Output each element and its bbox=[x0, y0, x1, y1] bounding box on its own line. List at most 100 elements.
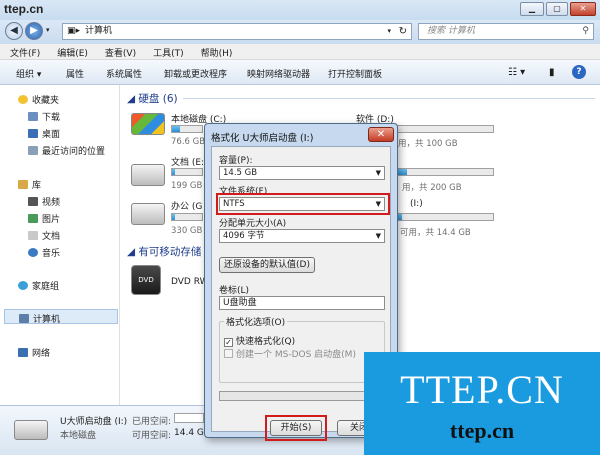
restore-defaults-button[interactable]: 还原设备的默认值(D) bbox=[219, 257, 315, 273]
maximize-button[interactable]: ▢ bbox=[546, 2, 568, 16]
documents-icon bbox=[28, 231, 38, 240]
drive-usage-bar bbox=[396, 213, 494, 221]
search-input[interactable]: 搜索 计算机 ⚲ bbox=[418, 23, 594, 40]
organize-button[interactable]: 组织 ▾ bbox=[16, 67, 41, 80]
title-bar: ttep.cn ▁ ▢ ✕ bbox=[0, 0, 600, 20]
details-used-label: 已用空间: bbox=[132, 417, 172, 427]
nav-desktop[interactable]: 桌面 bbox=[28, 127, 60, 140]
menu-tools[interactable]: 工具(T) bbox=[143, 44, 191, 59]
start-highlight bbox=[265, 415, 327, 441]
drive-usage-bar bbox=[171, 168, 203, 176]
nav-computer[interactable]: 计算机 bbox=[4, 309, 118, 325]
nav-network[interactable]: 网络 bbox=[18, 346, 50, 359]
command-bar: 组织 ▾ 属性 系统属性 卸载或更改程序 映射网络驱动器 打开控制面板 ☷ ▾ … bbox=[0, 60, 600, 85]
menu-help[interactable]: 帮助(H) bbox=[191, 44, 240, 59]
nav-libraries[interactable]: 库 bbox=[18, 178, 41, 191]
format-options-label: 格式化选项(O) bbox=[224, 315, 288, 328]
system-properties-button[interactable]: 系统属性 bbox=[106, 67, 142, 80]
logo-text-large: TTEP.CN bbox=[400, 367, 564, 412]
group-divider bbox=[183, 98, 595, 99]
capacity-select[interactable]: 14.5 GB ▼ bbox=[219, 166, 385, 180]
history-dropdown-icon[interactable]: ▾ bbox=[46, 26, 50, 34]
forward-button[interactable]: ▶ bbox=[25, 22, 43, 40]
uninstall-program-button[interactable]: 卸载或更改程序 bbox=[164, 67, 227, 80]
drive-label: 办公 (G bbox=[171, 202, 203, 212]
checkbox-disabled-icon bbox=[224, 349, 233, 358]
close-window-button[interactable]: ✕ bbox=[570, 2, 596, 16]
pictures-icon bbox=[28, 214, 38, 223]
preview-pane-icon[interactable]: ▮ bbox=[549, 67, 555, 78]
nav-music[interactable]: 音乐 bbox=[28, 246, 60, 259]
allocation-label: 分配单元大小(A) bbox=[219, 219, 287, 229]
navigation-pane: 收藏夹 下载 桌面 最近访问的位置 库 视频 图片 文档 音乐 家庭组 计算机 … bbox=[0, 85, 120, 405]
drive-size: 用，共 100 GB bbox=[398, 139, 458, 149]
dialog-close-button[interactable]: ✕ bbox=[368, 127, 394, 142]
filesystem-highlight bbox=[216, 193, 390, 215]
address-bar-area: ◀ ▶ ▾ ▣▸ 计算机 ▾ ↻ 搜索 计算机 ⚲ bbox=[0, 20, 600, 44]
details-drive-type: 本地磁盘 bbox=[60, 431, 97, 441]
drive-icon bbox=[131, 203, 165, 225]
chevron-down-icon: ▼ bbox=[375, 169, 381, 177]
help-icon[interactable]: ? bbox=[572, 65, 586, 79]
back-button[interactable]: ◀ bbox=[5, 22, 23, 40]
nav-downloads[interactable]: 下载 bbox=[28, 110, 60, 123]
chevron-down-icon: ▼ bbox=[375, 232, 381, 240]
explorer-window: ttep.cn ▁ ▢ ✕ ◀ ▶ ▾ ▣▸ 计算机 ▾ ↻ 搜索 计算机 ⚲ … bbox=[0, 0, 600, 455]
map-network-drive-button[interactable]: 映射网络驱动器 bbox=[247, 67, 310, 80]
drive-usage-bar bbox=[171, 213, 203, 221]
msdos-option[interactable]: 创建一个 MS-DOS 启动盘(M) bbox=[224, 347, 356, 360]
volume-label-caption: 卷标(L) bbox=[219, 286, 250, 296]
open-control-panel-button[interactable]: 打开控制面板 bbox=[328, 67, 382, 80]
menu-edit[interactable]: 编辑(E) bbox=[47, 44, 95, 59]
format-progress-bar bbox=[219, 391, 385, 401]
capacity-label: 容量(P): bbox=[219, 156, 253, 166]
minimize-button[interactable]: ▁ bbox=[520, 2, 544, 16]
computer-icon bbox=[19, 314, 29, 323]
group-removable[interactable]: ◢ 有可移动存储 bbox=[127, 244, 201, 259]
drive-usage-bar bbox=[171, 125, 203, 133]
usb-drive-icon bbox=[14, 420, 48, 440]
refresh-icon[interactable]: ↻ bbox=[399, 24, 407, 39]
desktop-icon bbox=[28, 129, 38, 138]
site-logo: TTEP.CN ttep.cn bbox=[364, 352, 600, 455]
drive-size: 199 GB bbox=[171, 181, 203, 191]
drive-label: DVD RW bbox=[171, 277, 209, 287]
quick-format-option[interactable]: ✓ 快速格式化(Q) bbox=[224, 334, 295, 347]
nav-pictures[interactable]: 图片 bbox=[28, 212, 60, 225]
star-icon bbox=[18, 95, 28, 104]
drive-icon bbox=[131, 164, 165, 186]
drive-size: 76.6 GB bbox=[171, 137, 206, 147]
address-path: 计算机 bbox=[85, 26, 113, 36]
nav-recent[interactable]: 最近访问的位置 bbox=[28, 144, 105, 157]
watermark: ttep.cn bbox=[4, 2, 44, 16]
drive-size: 330 GB bbox=[171, 226, 203, 236]
homegroup-icon bbox=[18, 281, 28, 290]
address-dropdown-icon[interactable]: ▾ bbox=[387, 24, 391, 39]
nav-homegroup[interactable]: 家庭组 bbox=[18, 279, 59, 292]
dvd-drive-icon: DVD bbox=[131, 265, 161, 295]
properties-button[interactable]: 属性 bbox=[66, 67, 84, 80]
address-field[interactable]: ▣▸ 计算机 ▾ ↻ bbox=[62, 23, 412, 40]
nav-videos[interactable]: 视频 bbox=[28, 195, 60, 208]
view-options-icon[interactable]: ☷ ▾ bbox=[508, 67, 525, 78]
allocation-select[interactable]: 4096 字节 ▼ bbox=[219, 229, 385, 243]
logo-text-small: ttep.cn bbox=[449, 418, 515, 443]
menu-bar: 文件(F) 编辑(E) 查看(V) 工具(T) 帮助(H) bbox=[0, 44, 600, 60]
computer-icon: ▣▸ bbox=[67, 26, 81, 36]
system-drive-icon bbox=[131, 113, 165, 135]
menu-file[interactable]: 文件(F) bbox=[0, 44, 47, 59]
search-icon[interactable]: ⚲ bbox=[582, 24, 589, 39]
nav-documents[interactable]: 文档 bbox=[28, 229, 60, 242]
checkbox-checked-icon[interactable]: ✓ bbox=[224, 338, 233, 347]
nav-favorites[interactable]: 收藏夹 bbox=[18, 93, 59, 106]
drive-label: (I:) bbox=[410, 199, 423, 209]
network-icon bbox=[18, 348, 28, 357]
group-hard-disks[interactable]: ◢ 硬盘 (6) bbox=[127, 91, 178, 106]
details-free-label: 可用空间: bbox=[132, 431, 172, 441]
menu-view[interactable]: 查看(V) bbox=[95, 44, 143, 59]
music-icon bbox=[28, 248, 38, 257]
dialog-title: 格式化 U大师启动盘 (I:) bbox=[211, 133, 314, 144]
volume-label-input[interactable]: U盘助盘 bbox=[219, 296, 385, 310]
downloads-icon bbox=[28, 112, 38, 121]
details-drive-name: U大师启动盘 (I:) bbox=[60, 417, 128, 427]
